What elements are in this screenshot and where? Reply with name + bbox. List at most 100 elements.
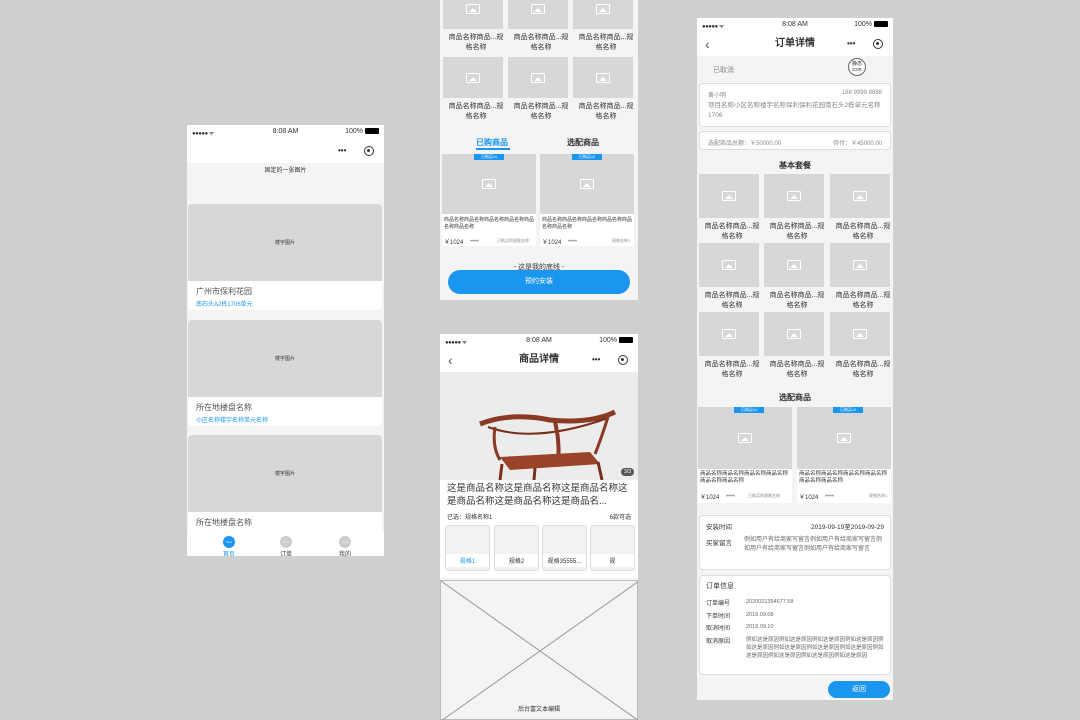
product-name: 商品名称商品...规 [513,34,569,41]
image-placeholder-icon [482,179,496,189]
product-card[interactable]: 已购买x2 商品名称商品名称商品名称商品名称商品名称商品名称 ￥1024 199… [540,154,634,246]
building-card[interactable]: 楼宇图片 所在地楼盘名称 小区名称楼宇名称单元名称 [188,320,382,426]
more-icon: ••• [338,146,347,155]
package-item[interactable]: 商品名称商品...规 格名称 [764,312,824,380]
product-image [508,0,568,29]
image-placeholder-icon [722,191,736,201]
tab-orders[interactable]: icon 订单 [256,536,316,556]
order-info-title: 订单信息 [706,583,734,590]
package-item[interactable]: 商品名称商品...规 格名称 [699,243,759,311]
building-unit: 小区名称楼宇名称单元名称 [196,418,269,424]
status-bar: ●●●●● ᯤ 8:08 AM 100% [697,18,893,32]
page-title: 商品详情 [519,354,559,365]
info-label: 取消时间 [706,626,731,632]
nav-bar: ‹ 商品详情 ••• [440,348,638,372]
product-name: 格名称 [721,371,743,378]
product-name: 商品名称商品...规 [835,292,891,299]
package-item[interactable]: 商品名称商品...规 格名称 [764,243,824,311]
image-placeholder-icon [853,329,867,339]
product-image [764,174,824,218]
package-screen: 商品名称商品...规 格名称 商品名称商品...规 格名称 商品名称商品...规 格名称商… [440,0,638,300]
image-placeholder-icon [596,3,610,14]
image-placeholder-icon [531,3,545,14]
pending-amount: 待付：￥45000.00 [832,141,882,147]
package-item[interactable]: 商品名称商品...规 格名称 [699,174,759,242]
chair-image [479,409,617,481]
image-placeholder-icon [787,329,801,339]
quantity-tag: 已购买x2 [572,154,602,160]
spec-option[interactable]: 规 [590,525,635,571]
total-amount: 选配商品总额：￥50000.00 [708,141,782,147]
optional-title: 选配商品 [779,393,811,402]
selected-spec: 已选：规格名称1 [447,515,493,521]
capsule-menu[interactable]: ••• [586,352,632,368]
product-image [540,154,634,214]
product-name: 格名称 [465,113,487,120]
product-name: 格名称 [852,302,874,309]
image-placeholder-icon [837,433,851,443]
product-card[interactable]: 已购买x1 商品名称商品名称商品名称商品名称商品名称商品名称 ￥1024 199… [698,407,792,503]
product-name: 商品名称商品...规 [513,103,569,110]
tab-home[interactable]: icon 首页 [199,536,259,556]
spec-option[interactable]: 规格2 [494,525,539,571]
status-bar: ●●●●● ᯤ 8:08 AM 100% [187,125,384,139]
product-detail-screen: ●●●●● ᯤ 8:08 AM 100% ‹ 商品详情 ••• 3/3 这是商品… [440,334,638,720]
image-placeholder-icon [531,72,545,83]
order-status: 已取消 [713,67,734,74]
image-placeholder-icon [787,260,801,270]
nav-bar: ••• [187,139,384,163]
building-card[interactable]: 楼宇图片 广州市保利花园 南石头A2栋1706单元 [188,204,382,310]
product-image [699,312,759,356]
image-placeholder-icon [596,72,610,83]
building-card[interactable]: 楼宇图片 所在地楼盘名称 [188,435,382,535]
building-title: 所在地楼盘名称 [196,403,252,412]
capsule-menu[interactable]: ••• [841,36,887,52]
image-placeholder-icon [722,329,736,339]
product-image [764,312,824,356]
product-name: 商品名称商品...规 [704,292,760,299]
battery-icon [874,21,888,27]
product-name: 格名称 [595,44,617,51]
info-value: 2020021354677 58 [746,599,794,605]
capsule-menu[interactable]: ••• [332,143,378,159]
package-item[interactable]: 商品名称商品...规 格名称 [573,57,633,122]
package-item[interactable]: 商品名称商品...规 格名称 [830,243,890,311]
package-item[interactable]: 商品名称商品...规 格名称 [830,174,890,242]
product-image [830,312,890,356]
spec-option[interactable]: 规格1 [445,525,490,571]
order-detail-screen: ●●●●● ᯤ 8:08 AM 100% ‹ 订单详情 ••• 已取消 静态ic… [697,18,893,700]
product-image [508,57,568,98]
spec-option[interactable]: 规格35555... [542,525,587,571]
package-item[interactable]: 商品名称商品...规 格名称 [443,0,503,53]
package-item[interactable]: 商品名称商品...规 格名称 [830,312,890,380]
product-name: 格名称 [465,44,487,51]
tab-optional[interactable]: 选配商品 [567,137,599,148]
tab-mine[interactable]: icon 我的 [315,536,375,556]
status-icon: 静态icon [848,58,866,76]
package-item[interactable]: 商品名称商品...规 格名称 [764,174,824,242]
back-icon[interactable]: ‹ [705,32,710,56]
product-name: 格名称 [852,233,874,240]
building-title: 所在地楼盘名称 [196,518,252,527]
buyer-message: 例如用户有给商家写留言例如用户有给商家写留言例如用户有给商家写留言例如用户有给商… [744,537,883,552]
tab-purchased[interactable]: 已购商品 [476,137,508,148]
package-item[interactable]: 商品名称商品...规 格名称 [699,312,759,380]
rich-text-area: 后台富文本编辑 [440,580,638,720]
back-icon[interactable]: ‹ [448,348,453,372]
product-card[interactable]: 已购买x1 商品名称商品名称商品名称商品名称商品名称商品名称 ￥1024 199… [442,154,536,246]
home-icon: icon [223,536,235,548]
info-value: 例如这是原因例如这是原因例如这是原因例如这是原因例如这是原因例如这是原因例如这是… [746,637,884,659]
product-name: 格名称 [595,113,617,120]
quantity-tag: 已购买x2 [833,407,863,413]
product-card[interactable]: 已购买x2 商品名称商品名称商品名称商品名称商品名称商品名称 ￥1024 199… [797,407,891,503]
product-name: 格名称 [852,371,874,378]
package-item[interactable]: 商品名称商品...规 格名称 [508,57,568,122]
product-name: 商品名称商品...规 [769,223,825,230]
return-button[interactable]: 返回 [828,681,890,698]
status-bar: ●●●●● ᯤ 8:08 AM 100% [440,334,638,348]
book-install-button[interactable]: 预约安装 [448,270,630,294]
package-item[interactable]: 商品名称商品...规 格名称 [508,0,568,53]
package-item[interactable]: 商品名称商品...规 格名称 [573,0,633,53]
package-item[interactable]: 商品名称商品...规 格名称 [443,57,503,122]
image-counter: 3/3 [621,468,634,476]
